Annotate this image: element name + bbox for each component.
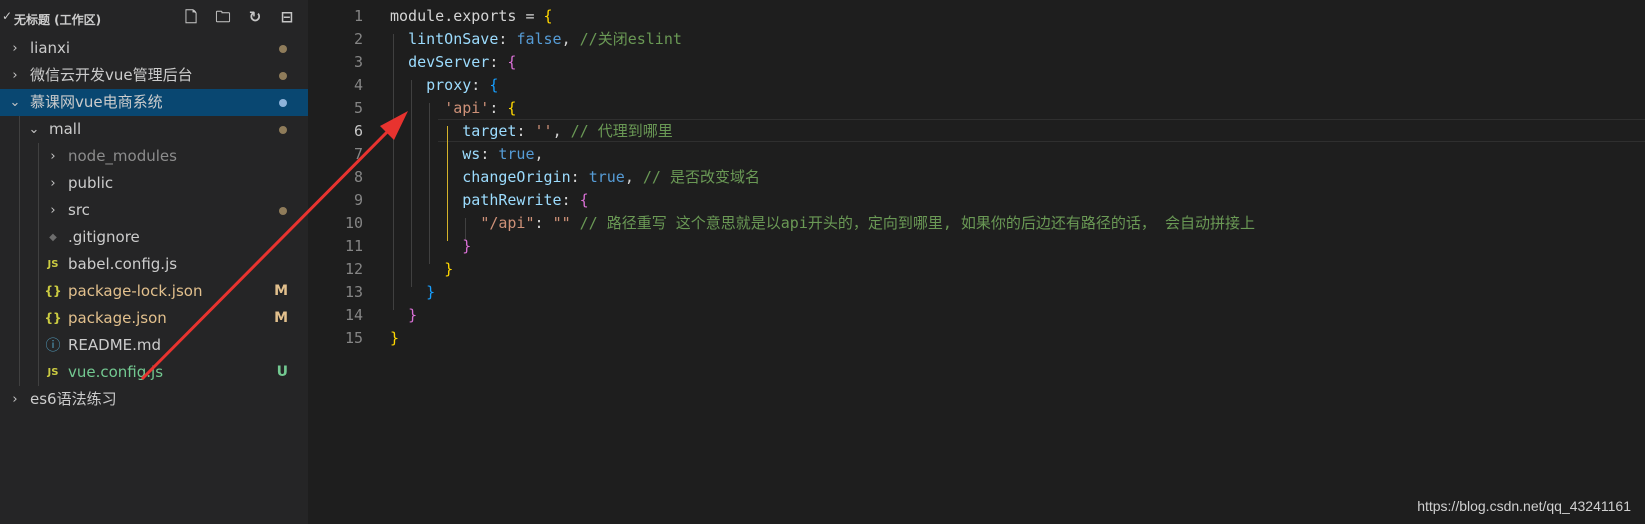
arrow-shaft — [140, 119, 400, 381]
annotation-arrow — [140, 111, 408, 381]
